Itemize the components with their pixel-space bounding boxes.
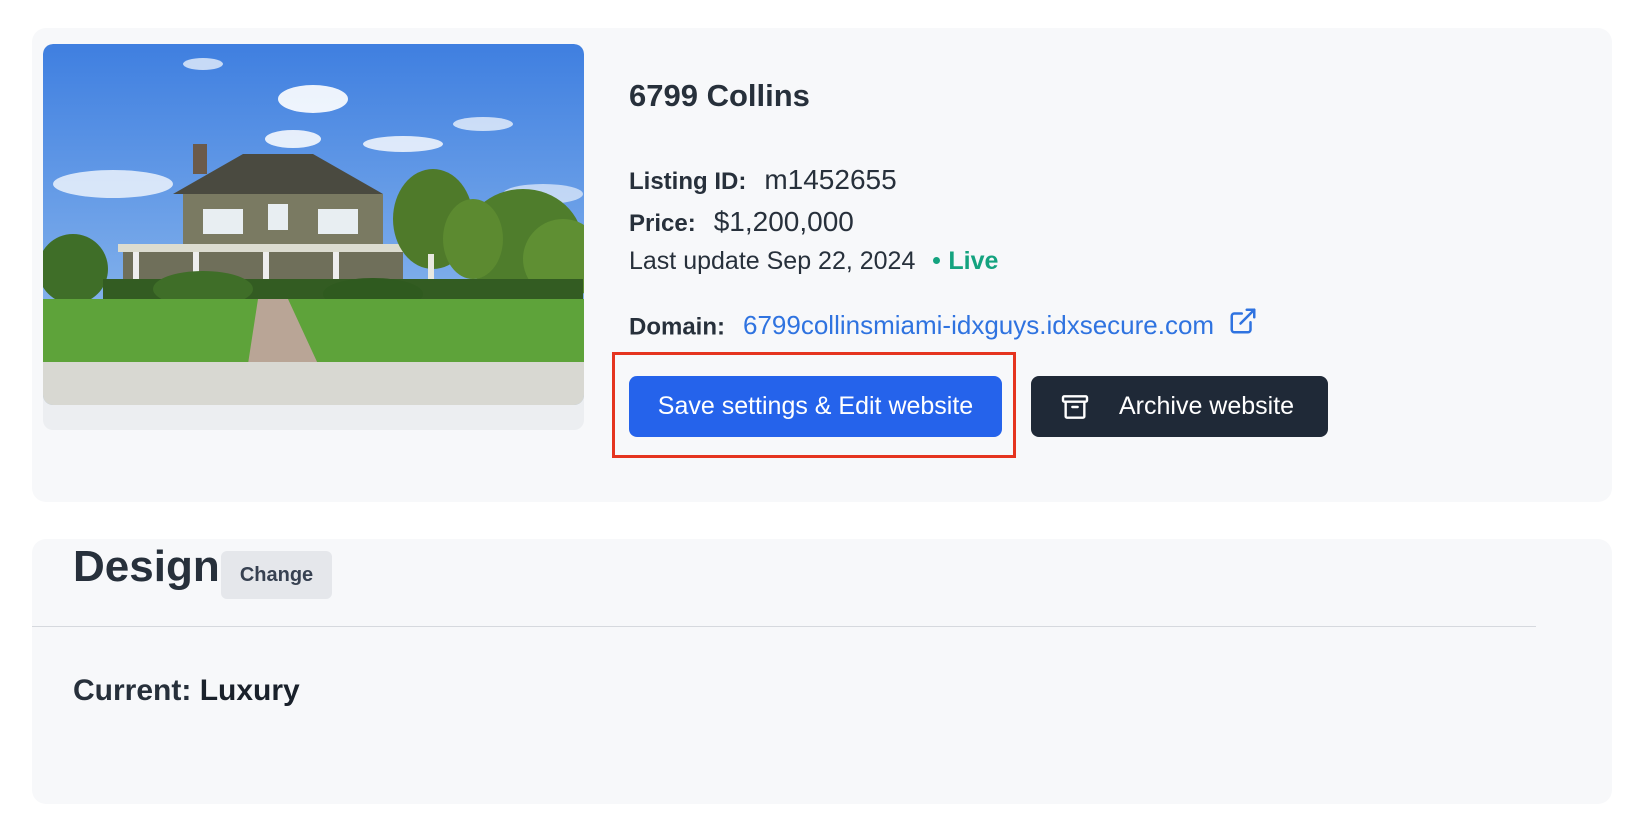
current-design-label: Current:	[73, 674, 192, 707]
domain-row: Domain: 6799collinsmiami-idxguys.idxsecur…	[629, 306, 1258, 346]
current-design-value: Luxury	[199, 674, 300, 707]
price-label: Price:	[629, 210, 696, 237]
listing-id-row: Listing ID: m1452655	[629, 164, 897, 196]
domain-link[interactable]: 6799collinsmiami-idxguys.idxsecure.com	[743, 310, 1214, 340]
listing-id-label: Listing ID:	[629, 168, 747, 195]
change-design-button[interactable]: Change	[221, 551, 332, 599]
save-settings-edit-website-button[interactable]: Save settings & Edit website	[629, 376, 1002, 437]
listing-photo-frame	[43, 44, 584, 430]
archive-box-icon	[1059, 391, 1091, 423]
domain-label: Domain:	[629, 313, 725, 341]
listing-photo	[43, 44, 584, 405]
status-badge: Live	[933, 247, 998, 275]
divider	[32, 626, 1536, 627]
save-button-label: Save settings & Edit website	[657, 392, 974, 420]
listing-title: 6799 Collins	[629, 78, 810, 113]
design-heading: Design	[73, 542, 220, 591]
archive-website-button[interactable]: Archive website	[1031, 376, 1328, 437]
price-value: $1,200,000	[713, 206, 854, 237]
listing-id-value: m1452655	[764, 164, 897, 195]
status-text: Live	[948, 247, 999, 275]
last-update-row: Last update Sep 22, 2024 Live	[629, 247, 998, 276]
current-design: Current: Luxury	[73, 674, 300, 708]
price-row: Price: $1,200,000	[629, 206, 854, 238]
external-link-icon[interactable]	[1228, 306, 1258, 343]
live-dot-icon	[933, 256, 941, 264]
last-update-text: Last update Sep 22, 2024	[629, 247, 916, 275]
archive-button-label: Archive website	[1119, 392, 1295, 420]
